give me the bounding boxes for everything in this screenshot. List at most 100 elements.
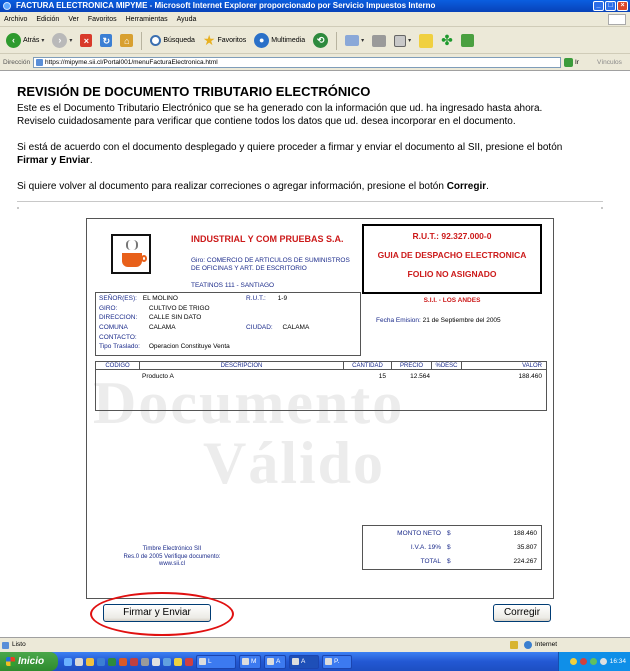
clock: 16:34 [609,658,626,665]
system-tray: 16:34 [558,652,630,671]
app-icon[interactable] [174,657,182,666]
go-arrow-icon[interactable] [564,57,573,67]
chevron-down-icon: ▾ [408,38,412,44]
window-controls: _ □ × [593,1,628,11]
clover-icon: ✤ [441,32,453,48]
menu-ayuda[interactable]: Ayuda [177,16,197,23]
totals-box: MONTO NETO $ 188.460 I.V.A. 19% $ 35.807… [362,525,542,570]
lock-icon [510,640,518,649]
company-logo [111,234,151,274]
company-giro: Giro: COMERCIO DE ARTICULOS DE SUMINISTR… [191,257,350,272]
menu-archivo[interactable]: Archivo [4,16,27,23]
issue-date: Fecha Emision: 21 de Septiembre del 2005 [376,317,501,324]
highlight-circle [90,592,234,636]
menu-favoritos[interactable]: Favoritos [88,16,117,23]
company-name: INDUSTRIAL Y COM PRUEBAS S.A. [191,234,344,244]
client-rut-row: R.U.T.: 1-9 [246,295,288,302]
research-button[interactable] [459,31,476,51]
divider [17,201,603,202]
back-arrow-icon: ‹ [6,33,21,48]
word-icon[interactable] [97,657,105,666]
forward-arrow-icon: › [52,33,68,48]
tray-icon[interactable] [589,658,597,665]
taskbar-button[interactable]: L [196,654,236,669]
screen: FACTURA ELECTRONICA MIPYME - Microsoft I… [0,0,630,671]
folder-quicklaunch-icon[interactable] [86,657,94,666]
home-button[interactable]: ⌂ [118,31,135,51]
client-info-box: SEÑOR(ES): EL MOLINO R.U.T.: 1-9 GIRO: C… [95,292,361,356]
print-button[interactable] [370,31,388,51]
column-header: DESCRIPCION [140,362,344,370]
star-icon: ★ [202,32,216,48]
maximize-button[interactable]: □ [605,1,616,11]
edit-button[interactable]: ▾ [392,31,413,51]
chevron-down-icon: ▾ [69,38,73,44]
search-button[interactable]: Búsqueda [148,31,197,51]
taskbar-button[interactable]: A [289,654,319,669]
sign-instruction-line-1: Si está de acuerdo con el documento desp… [17,142,563,153]
excel-icon[interactable] [108,657,116,666]
status-text: Listo [0,641,510,649]
menu-ver[interactable]: Ver [68,16,79,23]
discuss-button[interactable] [417,31,435,51]
menu-herramientas[interactable]: Herramientas [126,16,168,23]
cup-handle [141,255,147,262]
powerpoint-icon[interactable] [119,657,127,666]
history-button[interactable]: ⟲ [311,31,330,51]
research-icon [460,34,474,47]
speaker-icon[interactable] [599,658,607,665]
correct-button[interactable]: Corregir [493,604,551,622]
app-icon[interactable] [163,657,171,666]
item-description: Producto A [142,373,174,380]
print-icon [372,34,387,47]
tray-icon[interactable] [579,658,587,665]
start-button[interactable]: Inicio [0,652,58,671]
desktop-icon[interactable] [75,657,83,666]
minimize-button[interactable]: _ [593,1,604,11]
document-type: GUIA DE DESPACHO ELECTRONICA [377,250,527,260]
items-table: CODIGO DESCRIPCION CANTIDAD PRECIO %DESC… [95,361,547,411]
messenger-button[interactable]: ✤ [439,31,455,51]
history-icon: ⟲ [313,33,329,48]
mail-button[interactable]: ▾ [343,31,366,51]
menu-edicion[interactable]: Edición [36,16,59,23]
app-icon[interactable] [152,657,160,666]
app-icon[interactable] [141,657,149,666]
search-icon [150,35,162,46]
go-button[interactable]: Ir [575,59,579,66]
taskbar-button[interactable]: P. [322,654,352,669]
globe-icon [524,640,532,649]
items-table-header: CODIGO DESCRIPCION CANTIDAD PRECIO %DESC… [96,362,546,370]
links-button[interactable]: Vínculos [597,59,622,66]
intro-line-2: Reviselo cuidadosamente para verificar q… [17,116,516,127]
folio: FOLIO NO ASIGNADO [407,269,497,279]
page-title: REVISIÓN DE DOCUMENTO TRIBUTARIO ELECTRÓ… [17,84,371,99]
close-button[interactable]: × [617,1,628,11]
taskbar-button[interactable]: A [264,654,286,669]
taskbar-button[interactable]: M [239,654,261,669]
forward-button[interactable]: › ▾ [50,31,74,51]
electronic-stamp: Timbre Electrónico SII Res.0 de 2005 Ver… [123,546,221,567]
tray-icon[interactable] [569,658,577,665]
address-label: Dirección [3,58,31,66]
correct-instruction: Si quiere volver al documento para reali… [17,181,489,192]
folder-icon [419,33,434,48]
chevron-down-icon: ▾ [361,38,365,44]
address-input[interactable]: https://mipyme.sii.cl/Portal001/menuFact… [33,56,561,68]
app-icon[interactable] [130,657,138,666]
media-button[interactable]: ● Multimedia [252,31,307,51]
stop-button[interactable]: × [78,31,94,51]
edit-icon [394,34,407,47]
ie-quicklaunch-icon[interactable] [64,657,72,666]
column-header: %DESC [432,362,462,370]
favorites-button[interactable]: ★ Favoritos [201,31,248,51]
column-header: CODIGO [96,362,140,370]
mail-icon [345,35,360,46]
back-button[interactable]: ‹ Atrás ▾ [4,31,46,51]
document-preview: Documento Válido INDUSTRIAL Y COM PRUEBA… [86,218,554,599]
app-icon[interactable] [185,657,193,666]
media-globe-icon: ● [254,33,270,48]
column-header: PRECIO [392,362,432,370]
refresh-button[interactable]: ↻ [98,31,114,51]
company-address: TEATINOS 111 - SANTIAGO [191,282,275,289]
